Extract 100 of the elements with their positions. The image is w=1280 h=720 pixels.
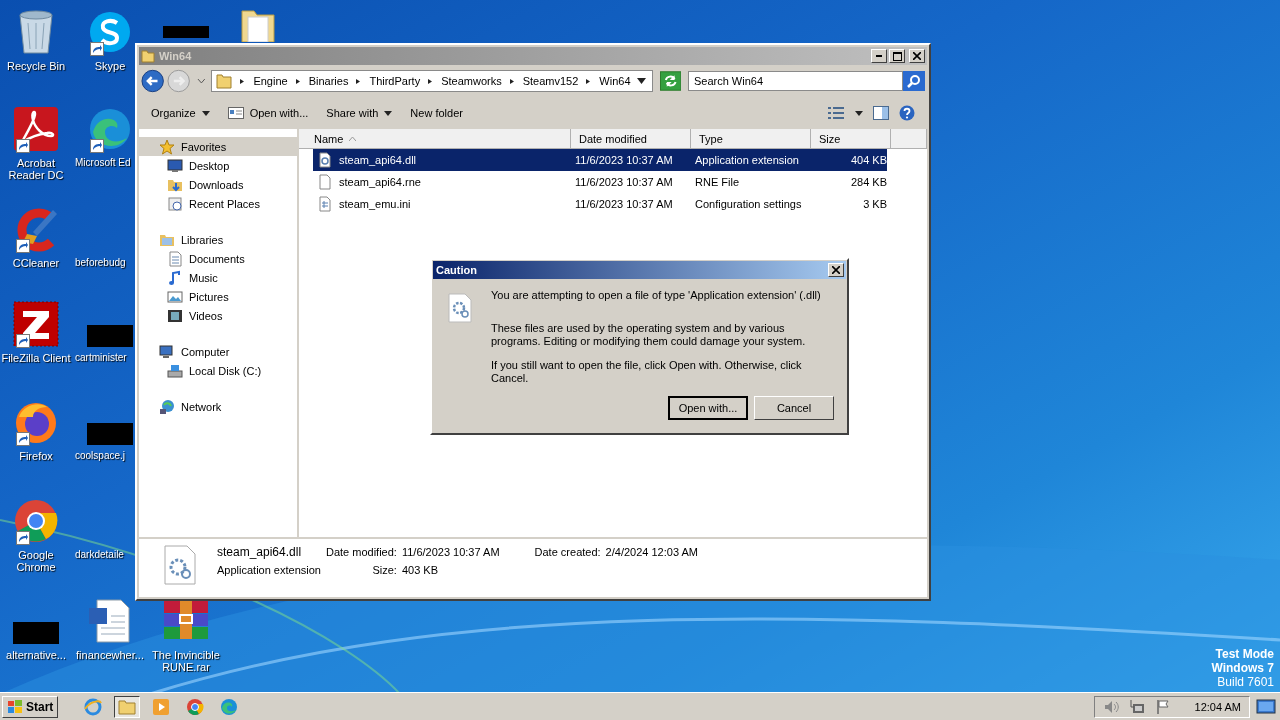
nav-item[interactable]: Desktop — [139, 156, 297, 175]
desktop-icon-label[interactable]: FileZilla Client — [1, 352, 71, 364]
chrome-icon — [186, 697, 205, 716]
dialog-button[interactable]: Cancel — [754, 396, 834, 420]
nav-item[interactable]: Pictures — [139, 287, 297, 306]
breadcrumb-item[interactable]: Steamv152 — [522, 75, 579, 87]
details-value: 403 KB — [401, 564, 439, 576]
column-header[interactable]: Type — [691, 129, 811, 149]
breadcrumb-item[interactable]: ThirdParty — [369, 75, 421, 87]
minimize-icon — [876, 55, 882, 57]
dialog-message: These files are used by the operating system and by various programs. Editing or modifying them could damage your system. — [491, 322, 807, 348]
document-icon[interactable] — [87, 598, 133, 644]
toolbar-button[interactable]: New folder — [404, 101, 469, 125]
recycle-bin-icon[interactable] — [16, 9, 56, 55]
dialog-message: You are attempting to open a file of type 'Application extension' (.dll) — [491, 289, 822, 302]
column-header[interactable]: Date modified — [571, 129, 691, 149]
desktop-icon-label[interactable]: The Invincible RUNE.rar — [148, 649, 224, 673]
file-row[interactable]: steam_api64.rne 11/6/2023 10:37 AM RNE File 284 KB — [313, 171, 887, 193]
details-label: Size: — [371, 564, 397, 576]
file-name: steam_api64.rne — [339, 176, 421, 188]
desktop-icon-label[interactable]: CCleaner — [12, 257, 60, 269]
back-button[interactable] — [141, 69, 165, 93]
address-bar[interactable]: Engine Binaries ThirdParty Steamworks Steamv152 Win64 — [211, 70, 653, 92]
dropdown-caret-icon[interactable] — [855, 110, 863, 116]
file-name: steam_api64.dll — [339, 154, 417, 166]
document-icon — [167, 250, 183, 267]
music-note-icon — [167, 269, 183, 286]
minimize-button[interactable] — [871, 49, 887, 63]
build-text: Build 7601 — [1217, 675, 1274, 689]
toolbar-button[interactable]: Open with... — [221, 101, 315, 125]
preview-pane-icon[interactable] — [873, 106, 889, 120]
desktop-icon-label[interactable]: Acrobat Reader DC — [0, 157, 74, 181]
redacted-block — [13, 622, 59, 644]
desktop-icon-label[interactable]: darkdetaile — [75, 549, 124, 561]
details-file-name: steam_api64.dll — [217, 545, 303, 559]
date-modified-cell-text: 11/6/2023 10:37 AM — [574, 176, 674, 188]
details-file-type: Application extension — [217, 564, 321, 576]
close-button[interactable] — [909, 49, 925, 63]
folder-icon[interactable] — [240, 9, 276, 42]
show-desktop-icon[interactable] — [1256, 698, 1276, 715]
redacted-block — [87, 423, 133, 445]
acrobat-icon[interactable] — [13, 106, 59, 152]
filezilla-icon[interactable] — [13, 301, 59, 347]
desktop-icon-label[interactable]: alternative... — [6, 649, 66, 661]
search-button[interactable] — [903, 71, 925, 91]
desktop-icon-label[interactable]: coolspace.j — [75, 450, 126, 462]
nav-item[interactable]: Music — [139, 268, 297, 287]
desktop-icon-label[interactable]: cartminister — [75, 352, 127, 364]
nav-item[interactable]: Recent Places — [139, 194, 297, 213]
desktop-icon-label[interactable]: Google Chrome — [0, 549, 74, 573]
nav-item[interactable]: Favorites — [139, 137, 297, 156]
start-button[interactable]: Start — [2, 695, 59, 718]
toolbar-button[interactable]: Share with — [320, 101, 399, 125]
desktop-icon-label[interactable]: Recycle Bin — [6, 60, 66, 72]
breadcrumb-item[interactable]: Binaries — [308, 75, 349, 87]
desktop-icon-label[interactable]: financewher... — [76, 649, 144, 661]
close-icon — [832, 266, 840, 274]
view-options-icon[interactable] — [827, 106, 845, 120]
file-gear-icon — [163, 545, 197, 585]
nav-item[interactable]: Documents — [139, 249, 297, 268]
nav-item[interactable]: Network — [139, 397, 297, 416]
dialog-button[interactable]: Open with... — [668, 396, 748, 420]
file-icon — [317, 174, 333, 190]
desktop-icon-label[interactable]: Firefox — [19, 450, 53, 462]
archive-icon[interactable] — [162, 601, 210, 641]
nav-item[interactable]: Local Disk (C:) — [139, 361, 297, 380]
maximize-button[interactable] — [889, 49, 905, 63]
history-caret-icon[interactable] — [196, 78, 206, 84]
breadcrumb-item[interactable]: Engine — [253, 75, 288, 87]
column-header-filler — [891, 129, 927, 149]
column-header[interactable]: Name — [299, 129, 571, 149]
network-icon[interactable] — [1128, 698, 1145, 715]
file-row[interactable]: steam_emu.ini 11/6/2023 10:37 AM Configuration settings 3 KB — [313, 193, 887, 215]
redacted-block — [163, 26, 209, 38]
nav-item[interactable]: Libraries — [139, 230, 297, 249]
window-icon — [227, 107, 244, 119]
breadcrumb-arrow-icon[interactable] — [507, 76, 517, 86]
flag-icon[interactable] — [1154, 698, 1171, 715]
caret-icon — [384, 110, 393, 116]
help-icon[interactable] — [899, 105, 915, 121]
breadcrumb-item[interactable]: Steamworks — [441, 75, 502, 87]
nav-item[interactable]: Videos — [139, 306, 297, 325]
file-row[interactable]: steam_api64.dll 11/6/2023 10:37 AM Application extension 404 KB — [313, 149, 887, 171]
nav-item[interactable]: Computer — [139, 342, 297, 361]
desktop-icon-label[interactable]: Microsoft Ed — [75, 157, 131, 169]
refresh-button[interactable] — [659, 71, 681, 91]
desktop-icon-label[interactable]: beforebudg — [75, 257, 126, 269]
nav-item[interactable]: Downloads — [139, 175, 297, 194]
taskbar-button[interactable] — [114, 695, 141, 718]
toolbar-button[interactable]: Organize — [145, 101, 216, 125]
column-header[interactable]: Size — [811, 129, 891, 149]
breadcrumb-arrow-icon[interactable] — [293, 76, 303, 86]
search-field[interactable]: Search Win64 — [687, 71, 903, 91]
clock[interactable]: 12:04 AM — [1194, 700, 1241, 713]
computer-icon — [159, 343, 175, 360]
close-button[interactable] — [828, 263, 844, 277]
breadcrumb-item[interactable]: Win64 — [599, 75, 631, 87]
dropdown-caret-icon[interactable] — [636, 78, 646, 84]
film-icon — [167, 307, 183, 324]
desktop-icon-label[interactable]: Skype — [94, 60, 126, 72]
